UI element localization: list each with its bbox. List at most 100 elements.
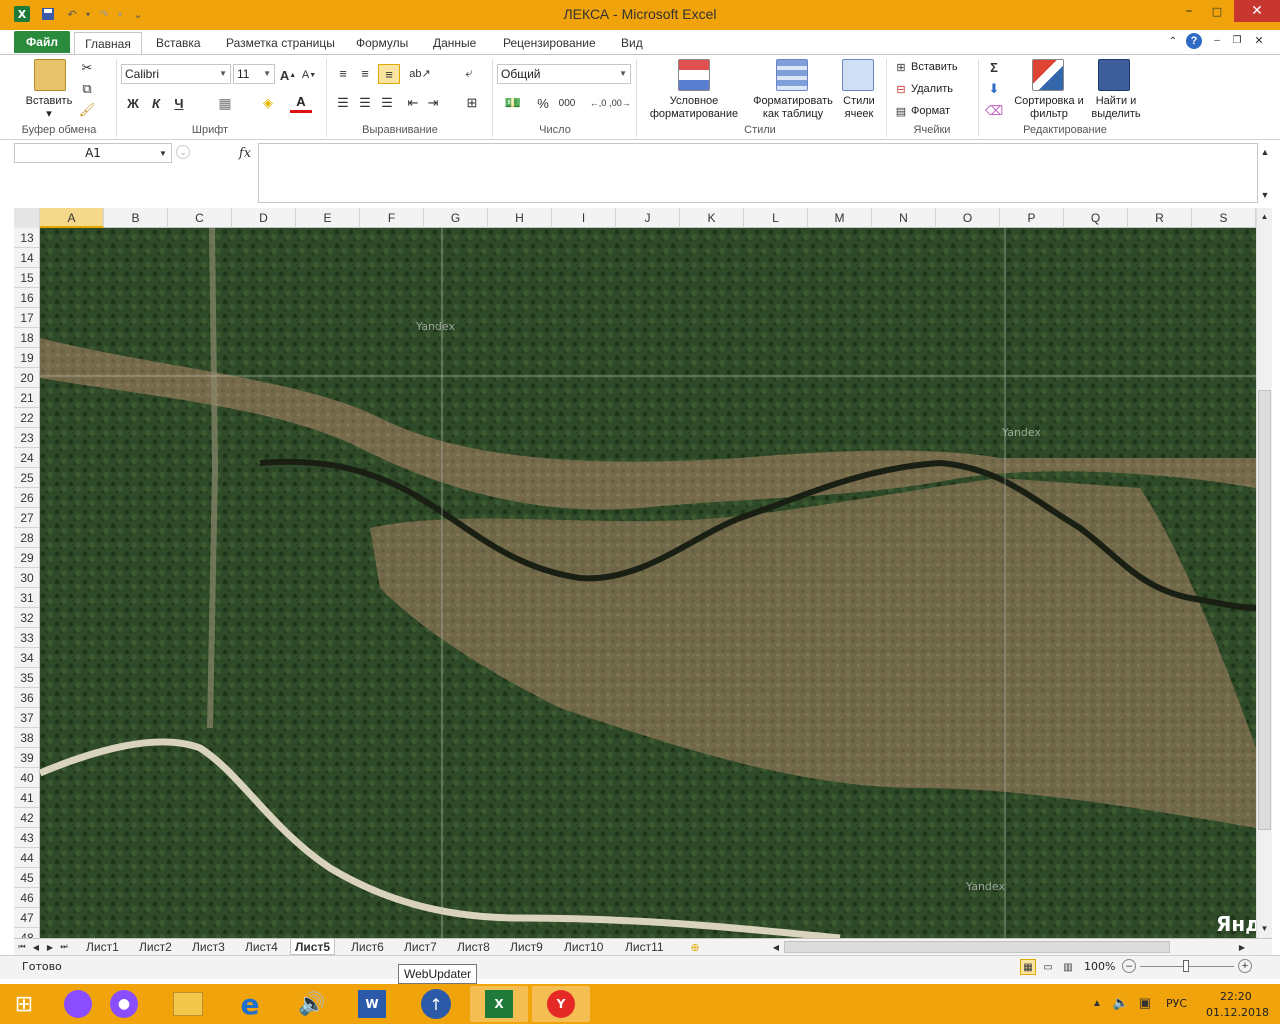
row-header[interactable]: 26 (14, 488, 39, 508)
sort-filter-icon[interactable] (1032, 59, 1064, 91)
row-header[interactable]: 13 (14, 228, 39, 248)
scroll-up-icon[interactable]: ▲ (1257, 208, 1272, 224)
autosum-icon[interactable]: Σ (986, 59, 1002, 75)
scroll-right-icon[interactable]: ▶ (1236, 940, 1248, 954)
column-header[interactable]: B (104, 208, 168, 228)
row-header[interactable]: 43 (14, 828, 39, 848)
row-header[interactable]: 25 (14, 468, 39, 488)
increase-indent-icon[interactable]: ⇥ (424, 93, 442, 113)
scroll-down-icon[interactable]: ▼ (1257, 920, 1272, 936)
row-header[interactable]: 29 (14, 548, 39, 568)
align-middle-icon[interactable]: ≡ (356, 64, 374, 82)
page-layout-view-icon[interactable]: ▭ (1040, 959, 1056, 975)
new-sheet-icon[interactable]: ⊕ (686, 940, 704, 954)
column-header[interactable]: R (1128, 208, 1192, 228)
select-all-button[interactable] (14, 208, 40, 228)
column-header[interactable]: L (744, 208, 808, 228)
conditional-format-icon[interactable] (678, 59, 710, 91)
column-header[interactable]: F (360, 208, 424, 228)
prev-sheet-icon[interactable]: ◀ (30, 940, 42, 954)
yandex-browser-icon[interactable]: Y (532, 986, 590, 1022)
row-header[interactable]: 38 (14, 728, 39, 748)
close-button[interactable]: ✕ (1234, 0, 1280, 22)
column-header[interactable]: M (808, 208, 872, 228)
row-header[interactable]: 44 (14, 848, 39, 868)
sheet-tab[interactable]: Лист8 (453, 939, 494, 955)
fill-color-icon[interactable]: ◈ (257, 93, 279, 113)
paste-button[interactable]: Вставить ▾ (18, 95, 80, 121)
tab-review[interactable]: Рецензирование (499, 32, 600, 54)
find-select-icon[interactable] (1098, 59, 1130, 91)
delete-cells-button[interactable]: Удалить (911, 83, 973, 96)
column-header[interactable]: K (680, 208, 744, 228)
help-icon[interactable]: ? (1186, 33, 1202, 49)
format-cells-button[interactable]: Формат (911, 105, 973, 118)
font-size-select[interactable]: 11 ▼ (233, 64, 275, 84)
row-header[interactable]: 23 (14, 428, 39, 448)
row-header[interactable]: 27 (14, 508, 39, 528)
format-as-table-icon[interactable] (776, 59, 808, 91)
doc-close-icon[interactable]: ✕ (1252, 33, 1266, 47)
italic-button[interactable]: К (147, 93, 165, 113)
decrease-decimal-icon[interactable]: ,00→ (609, 93, 631, 113)
clock-time[interactable]: 22:20 (1220, 990, 1252, 1003)
row-header[interactable]: 41 (14, 788, 39, 808)
find-select-button[interactable]: Найти и выделить (1088, 95, 1144, 121)
column-header[interactable]: E (296, 208, 360, 228)
page-break-view-icon[interactable]: ▥ (1060, 959, 1076, 975)
column-header[interactable]: Q (1064, 208, 1128, 228)
sheet-tab[interactable]: Лист4 (241, 939, 282, 955)
insert-cells-button[interactable]: Вставить (911, 61, 973, 74)
sheet-tab[interactable]: Лист6 (347, 939, 388, 955)
shrink-font-icon[interactable]: A ▼ (300, 66, 318, 84)
internet-explorer-icon[interactable]: e (232, 986, 268, 1022)
sort-filter-button[interactable]: Сортировка и фильтр (1012, 95, 1086, 121)
tab-data[interactable]: Данные (429, 32, 480, 54)
formula-scroll-down-icon[interactable]: ▼ (1258, 188, 1272, 202)
sheet-tab[interactable]: Лист10 (560, 939, 607, 955)
tab-insert[interactable]: Вставка (152, 32, 205, 54)
row-header[interactable]: 37 (14, 708, 39, 728)
row-header[interactable]: 48 (14, 928, 39, 938)
align-center-icon[interactable]: ☰ (356, 93, 374, 113)
increase-decimal-icon[interactable]: ←,0 (588, 93, 608, 113)
word-icon[interactable]: W (354, 986, 390, 1022)
language-indicator[interactable]: РУС (1166, 997, 1187, 1010)
merge-cells-icon[interactable]: ⊞ (460, 93, 484, 113)
row-header[interactable]: 35 (14, 668, 39, 688)
row-header[interactable]: 31 (14, 588, 39, 608)
align-top-icon[interactable]: ≡ (334, 64, 352, 82)
sheet-tab[interactable]: Лист3 (188, 939, 229, 955)
zoom-in-icon[interactable]: + (1238, 959, 1252, 973)
zoom-slider-thumb[interactable] (1183, 960, 1189, 972)
align-right-icon[interactable]: ☰ (378, 93, 396, 113)
row-header[interactable]: 15 (14, 268, 39, 288)
row-header[interactable]: 22 (14, 408, 39, 428)
row-header[interactable]: 30 (14, 568, 39, 588)
conditional-format-button[interactable]: Условное форматирование (638, 95, 750, 121)
next-sheet-icon[interactable]: ▶ (44, 940, 56, 954)
row-header[interactable]: 21 (14, 388, 39, 408)
column-header[interactable]: J (616, 208, 680, 228)
row-header[interactable]: 18 (14, 328, 39, 348)
formula-scroll-up-icon[interactable]: ▲ (1258, 145, 1272, 159)
cell-styles-button[interactable]: Стили ячеек (836, 95, 882, 121)
tray-expand-icon[interactable]: ▲ (1090, 996, 1104, 1010)
number-format-select[interactable]: Общий ▼ (497, 64, 631, 84)
row-header[interactable]: 24 (14, 448, 39, 468)
column-header[interactable]: P (1000, 208, 1064, 228)
fill-icon[interactable]: ⬇ (986, 81, 1002, 97)
row-header[interactable]: 17 (14, 308, 39, 328)
insert-cells-icon[interactable]: ⊞ (893, 59, 909, 75)
row-header[interactable]: 40 (14, 768, 39, 788)
format-painter-icon[interactable]: 🖌 (78, 101, 96, 119)
maximize-button[interactable]: □ (1204, 0, 1230, 22)
bold-button[interactable]: Ж (124, 93, 142, 113)
sheet-tab[interactable]: Лист9 (506, 939, 547, 955)
decrease-indent-icon[interactable]: ⇤ (404, 93, 422, 113)
cut-icon[interactable]: ✂ (78, 59, 96, 77)
vertical-scrollbar[interactable]: ▲ ▼ (1256, 208, 1272, 938)
row-header[interactable]: 32 (14, 608, 39, 628)
sheet-tab[interactable]: Лист7 (400, 939, 441, 955)
file-explorer-icon[interactable] (170, 986, 206, 1022)
